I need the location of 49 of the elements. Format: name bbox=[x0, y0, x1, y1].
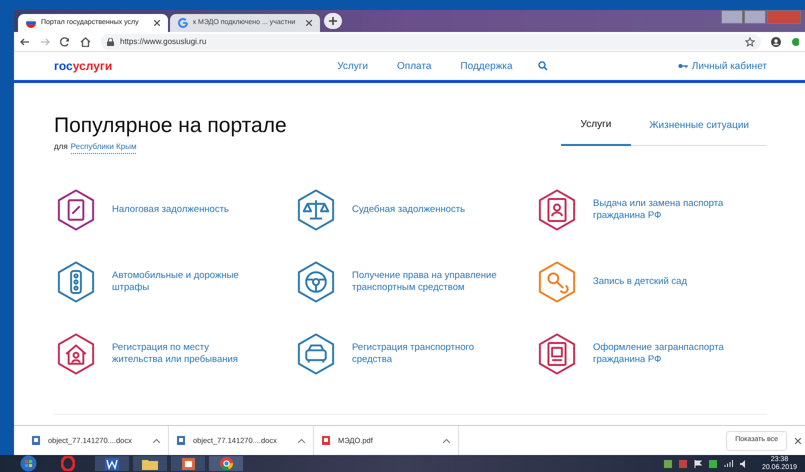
service-link[interactable]: Получение права на управление транспортным средством bbox=[352, 270, 502, 294]
flag-icon bbox=[694, 460, 702, 468]
url-text: https://www.gosuslugi.ru bbox=[120, 36, 206, 48]
service-link[interactable]: Запись в детский сад bbox=[593, 276, 687, 288]
search-icon[interactable] bbox=[538, 61, 548, 71]
new-tab-button[interactable] bbox=[324, 13, 342, 29]
service-link[interactable]: Регистрация по месту жительства или пребывания bbox=[112, 342, 262, 366]
profile-icon[interactable] bbox=[771, 36, 781, 46]
nav-link[interactable]: Услуги bbox=[337, 58, 368, 74]
word-icon[interactable] bbox=[95, 456, 129, 471]
section-title: Популярное на портале bbox=[54, 113, 287, 139]
logo-text[interactable]: гос bbox=[54, 60, 73, 72]
pdf-file-icon bbox=[322, 436, 330, 445]
service-link[interactable]: Выдача или замена паспорта гражданина РФ bbox=[593, 198, 743, 222]
close-icon[interactable] bbox=[306, 20, 312, 26]
service-link[interactable]: Судебная задолженность bbox=[352, 204, 466, 216]
flag-icon bbox=[26, 18, 36, 28]
section-tab[interactable]: Жизненные ситуации bbox=[631, 117, 767, 146]
service-link[interactable]: Автомобильные и дорожные штрафы bbox=[112, 270, 262, 294]
browser-icon[interactable] bbox=[209, 456, 243, 471]
caret-icon[interactable] bbox=[443, 438, 450, 442]
home-icon[interactable] bbox=[80, 36, 91, 46]
service-link[interactable]: Регистрация транспортного средства bbox=[352, 342, 502, 366]
plus-icon bbox=[328, 16, 338, 26]
document-file-icon bbox=[177, 436, 185, 445]
folder-icon[interactable] bbox=[133, 456, 167, 471]
document-file-icon bbox=[32, 436, 40, 445]
address-bar[interactable]: https://www.gosuslugi.ru bbox=[101, 34, 761, 50]
presentation-icon[interactable] bbox=[171, 456, 205, 471]
account-link[interactable]: Личный кабинет bbox=[678, 58, 767, 74]
nav-link[interactable]: Поддержка bbox=[460, 58, 513, 74]
reload-icon[interactable] bbox=[60, 36, 70, 46]
service-link[interactable]: Налоговая задолженность bbox=[112, 204, 229, 216]
key-icon bbox=[678, 63, 688, 69]
caret-icon[interactable] bbox=[298, 438, 305, 442]
star-icon[interactable] bbox=[745, 36, 755, 46]
service-link[interactable]: Оформление загранпаспорта гражданина РФ bbox=[593, 342, 743, 366]
close-icon[interactable] bbox=[154, 20, 160, 26]
region-prefix: для bbox=[54, 141, 68, 153]
region-link[interactable]: Республики Крым bbox=[70, 141, 136, 154]
lock-icon bbox=[107, 38, 114, 46]
close-icon[interactable] bbox=[795, 438, 801, 444]
back-icon[interactable] bbox=[20, 36, 30, 46]
section-tab[interactable]: Услуги bbox=[560, 117, 632, 146]
start-button-icon[interactable] bbox=[20, 455, 37, 472]
logo-text[interactable]: услуги bbox=[72, 60, 112, 72]
caret-icon[interactable] bbox=[153, 438, 160, 442]
signal-icon bbox=[724, 460, 733, 467]
nav-link[interactable]: Оплата bbox=[397, 58, 432, 74]
